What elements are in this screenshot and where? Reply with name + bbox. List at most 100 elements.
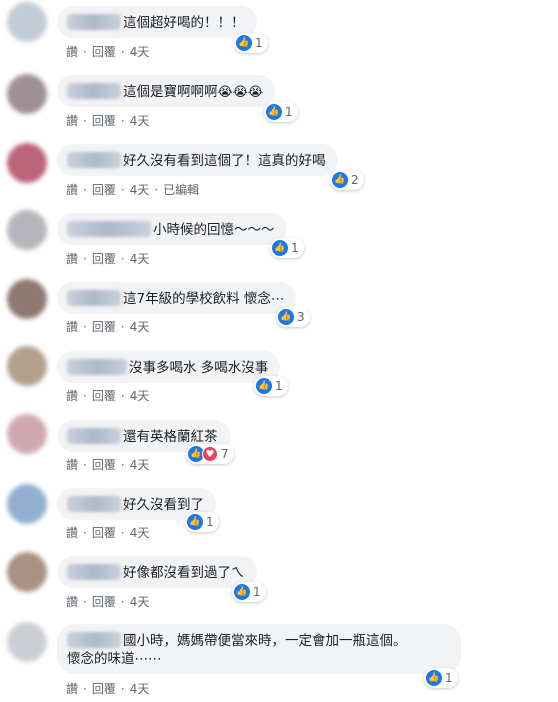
like-button[interactable]: 讚 [66,43,78,60]
like-button[interactable]: 讚 [66,250,78,267]
comment-actions: 讚 · 回覆 · 4天 [66,524,150,541]
comment-bubble: 這個是寶啊啊啊😭😭😭 [57,75,276,107]
avatar[interactable] [7,143,47,183]
reply-button[interactable]: 回覆 [92,112,116,129]
crying-emoji: 😭😭😭 [217,85,264,100]
reply-button[interactable]: 回覆 [92,680,116,697]
timestamp[interactable]: 4天 [130,250,150,267]
comment-text: 好久沒看到了 [123,497,204,513]
comment-actions: 讚 · 回覆 · 4天 [66,387,150,404]
thumbs-up-icon: 👍 [187,514,203,530]
comment-text: 小時候的回憶〜〜〜 [153,222,275,238]
avatar[interactable] [7,552,47,592]
comment-text: 這7年級的學校飲料 懷念⋯ [123,291,285,307]
commenter-name[interactable] [67,152,121,168]
timestamp[interactable]: 4天 [130,112,150,129]
like-button[interactable]: 讚 [66,112,78,129]
thumbs-up-icon: 👍 [234,584,250,600]
reaction-count[interactable]: 👍 1 [254,376,288,396]
reaction-count[interactable]: 👍 1 [264,102,298,122]
avatar[interactable] [7,74,47,114]
timestamp[interactable]: 4天 [130,680,150,697]
reply-button[interactable]: 回覆 [92,593,116,610]
reply-button[interactable]: 回覆 [92,250,116,267]
reply-button[interactable]: 回覆 [92,524,116,541]
avatar[interactable] [7,210,47,250]
reply-button[interactable]: 回覆 [92,181,116,198]
thumbs-up-icon: 👍 [256,378,272,394]
like-button[interactable]: 讚 [66,181,78,198]
like-button[interactable]: 讚 [66,456,78,473]
thumbs-up-icon: 👍 [332,172,348,188]
comment-text: 好像都沒看到過了ㄟ [123,565,245,581]
comment-actions: 讚 · 回覆 · 4天 · 已編輯 [66,181,200,198]
reply-button[interactable]: 回覆 [92,43,116,60]
comment-bubble: 好像都沒看到過了ㄟ [57,556,257,588]
reply-button[interactable]: 回覆 [92,456,116,473]
thumbs-up-icon: 👍 [278,309,294,325]
like-button[interactable]: 讚 [66,680,78,697]
thumbs-up-icon: 👍 [272,240,288,256]
comment-actions: 讚 · 回覆 · 4天 [66,112,150,129]
comment-actions: 讚 · 回覆 · 4天 [66,456,150,473]
commenter-name[interactable] [67,496,121,512]
avatar[interactable] [7,414,47,454]
reply-button[interactable]: 回覆 [92,318,116,335]
timestamp[interactable]: 4天 [130,43,150,60]
reaction-count[interactable]: 👍 1 [234,33,268,53]
reaction-count[interactable]: 👍 2 [330,170,364,190]
comment-text: 這個是寶啊啊啊 [123,84,218,100]
timestamp[interactable]: 4天 [130,524,150,541]
comment-text-line-2: 懷念的味道⋯⋯ [67,651,162,667]
avatar[interactable] [7,2,47,42]
thumbs-up-icon: 👍 [426,670,442,686]
comment-text: 這個超好喝的！！！ [123,15,245,31]
reply-button[interactable]: 回覆 [92,387,116,404]
edited-label[interactable]: 已編輯 [163,181,199,198]
commenter-name[interactable] [67,564,121,580]
commenter-name[interactable] [67,359,127,375]
avatar[interactable] [7,622,47,662]
comment-text: 好久沒有看到這個了！這真的好喝 [123,153,326,169]
comment-actions: 讚 · 回覆 · 4天 [66,593,150,610]
comment-bubble: 這7年級的學校飲料 懷念⋯ [57,282,297,314]
thumbs-up-icon: 👍 [266,104,282,120]
comment-actions: 讚 · 回覆 · 4天 [66,43,150,60]
reaction-count[interactable]: 👍 3 [276,307,310,327]
like-button[interactable]: 讚 [66,318,78,335]
commenter-name[interactable] [67,221,151,237]
reaction-count[interactable]: 👍 1 [232,582,266,602]
comment-text: 還有英格蘭紅茶 [123,429,218,445]
timestamp[interactable]: 4天 [130,318,150,335]
timestamp[interactable]: 4天 [130,387,150,404]
comment-actions: 讚 · 回覆 · 4天 [66,318,150,335]
commenter-name[interactable] [67,290,121,306]
reaction-count[interactable]: 👍 ♥ 7 [186,444,234,464]
comment-bubble: 國小時，媽媽帶便當來時，一定會加一瓶這個。 懷念的味道⋯⋯ [57,624,461,674]
like-button[interactable]: 讚 [66,593,78,610]
avatar[interactable] [7,279,47,319]
thumbs-up-icon: 👍 [236,35,252,51]
reaction-count[interactable]: 👍 1 [424,668,458,688]
like-button[interactable]: 讚 [66,387,78,404]
commenter-name[interactable] [67,428,121,444]
comment-bubble: 好久沒有看到這個了！這真的好喝 [57,144,338,176]
timestamp[interactable]: 4天 [130,593,150,610]
commenter-name[interactable] [67,14,121,30]
comment-text-line-1: 國小時，媽媽帶便當來時，一定會加一瓶這個。 [123,633,407,649]
like-button[interactable]: 讚 [66,524,78,541]
avatar[interactable] [7,484,47,524]
comment-bubble: 小時候的回憶〜〜〜 [57,213,287,245]
heart-icon: ♥ [202,446,218,462]
reaction-count[interactable]: 👍 1 [270,238,304,258]
comment-text: 沒事多喝水 多喝水沒事 [129,360,269,376]
timestamp[interactable]: 4天 [130,181,150,198]
comment-bubble: 這個超好喝的！！！ [57,6,257,38]
comment-bubble: 沒事多喝水 多喝水沒事 [57,351,281,383]
commenter-name[interactable] [67,83,121,99]
comment-actions: 讚 · 回覆 · 4天 [66,680,150,697]
commenter-name[interactable] [67,632,121,648]
timestamp[interactable]: 4天 [130,456,150,473]
avatar[interactable] [7,346,47,386]
reaction-count[interactable]: 👍 1 [185,512,219,532]
